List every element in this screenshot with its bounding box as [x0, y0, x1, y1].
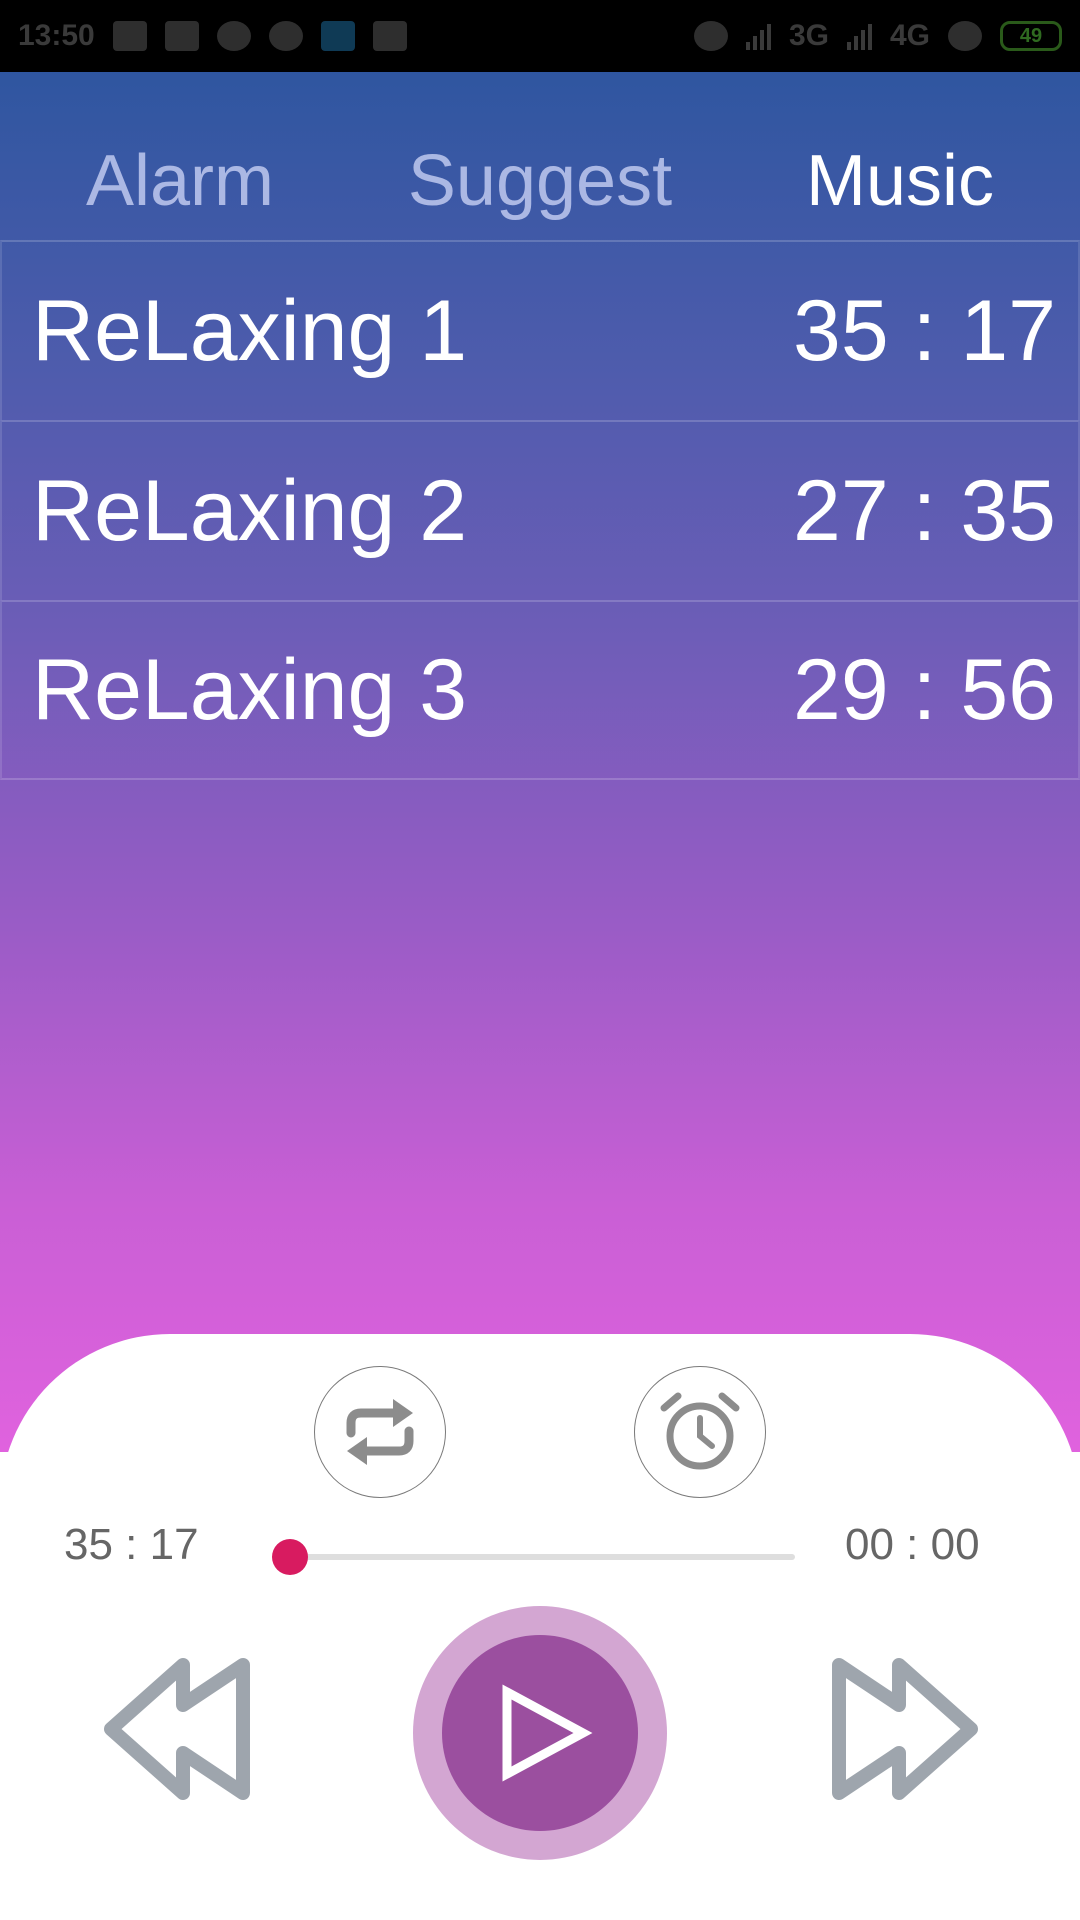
mail-icon — [164, 21, 199, 51]
tab-suggest[interactable]: Suggest — [360, 72, 720, 240]
battery-level: 49 — [1019, 24, 1043, 47]
app-icon — [320, 21, 355, 51]
track-row[interactable]: ReLaxing 2 27 : 35 — [0, 420, 1080, 600]
tab-bar: Alarm Suggest Music — [0, 72, 1080, 240]
android-icon — [372, 21, 407, 51]
network-label-1: 3G — [788, 19, 829, 52]
battery-icon: 49 — [1000, 21, 1062, 51]
track-row[interactable]: ReLaxing 3 29 : 56 — [0, 600, 1080, 780]
fast-forward-icon — [832, 1658, 978, 1800]
alarm-clock-icon — [660, 1392, 740, 1470]
rewind-icon — [104, 1658, 250, 1800]
wifi-icon-right — [948, 21, 982, 51]
screen: 13:50 3G 4G 49 Alarm Suggest Music ReLax… — [0, 0, 1080, 1920]
status-time: 13:50 — [18, 19, 95, 52]
repeat-icon — [346, 1399, 414, 1465]
rewind-button[interactable] — [90, 1644, 260, 1814]
track-name: ReLaxing 3 — [32, 641, 468, 738]
play-button-inner — [442, 1635, 638, 1831]
play-icon — [502, 1684, 593, 1782]
track-row[interactable]: ReLaxing 1 35 : 17 — [0, 240, 1080, 420]
tab-music[interactable]: Music — [720, 72, 1080, 240]
track-name: ReLaxing 1 — [32, 282, 468, 379]
signal-icon — [745, 22, 771, 50]
timer-button[interactable] — [634, 1366, 766, 1498]
track-name: ReLaxing 2 — [32, 462, 468, 559]
repeat-button[interactable] — [314, 1366, 446, 1498]
tab-alarm[interactable]: Alarm — [0, 72, 360, 240]
forward-button[interactable] — [822, 1644, 992, 1814]
progress-slider[interactable] — [272, 1539, 795, 1575]
current-time: 00 : 00 — [845, 1520, 980, 1569]
status-bar: 13:50 3G 4G 49 — [0, 0, 1080, 72]
track-list: ReLaxing 1 35 : 17 ReLaxing 2 27 : 35 Re… — [0, 240, 1080, 780]
main-area: Alarm Suggest Music ReLaxing 1 35 : 17 R… — [0, 72, 1080, 1452]
network-label-2: 4G — [889, 19, 930, 52]
vpn-icon — [216, 21, 251, 51]
photo-icon — [112, 21, 147, 51]
progress-thumb[interactable] — [272, 1539, 308, 1575]
status-left: 13:50 — [18, 19, 407, 53]
status-right: 3G 4G 49 — [693, 19, 1062, 53]
track-duration: 35 : 17 — [793, 282, 1056, 379]
mute-icon — [693, 21, 728, 51]
track-duration: 29 : 56 — [793, 641, 1056, 738]
play-button[interactable] — [413, 1606, 667, 1860]
signal-icon-2 — [846, 22, 872, 50]
player-panel: 35 : 17 00 : 00 — [0, 1334, 1080, 1920]
track-duration: 27 : 35 — [793, 462, 1056, 559]
wifi-icon — [268, 21, 303, 51]
total-time: 35 : 17 — [64, 1520, 199, 1569]
